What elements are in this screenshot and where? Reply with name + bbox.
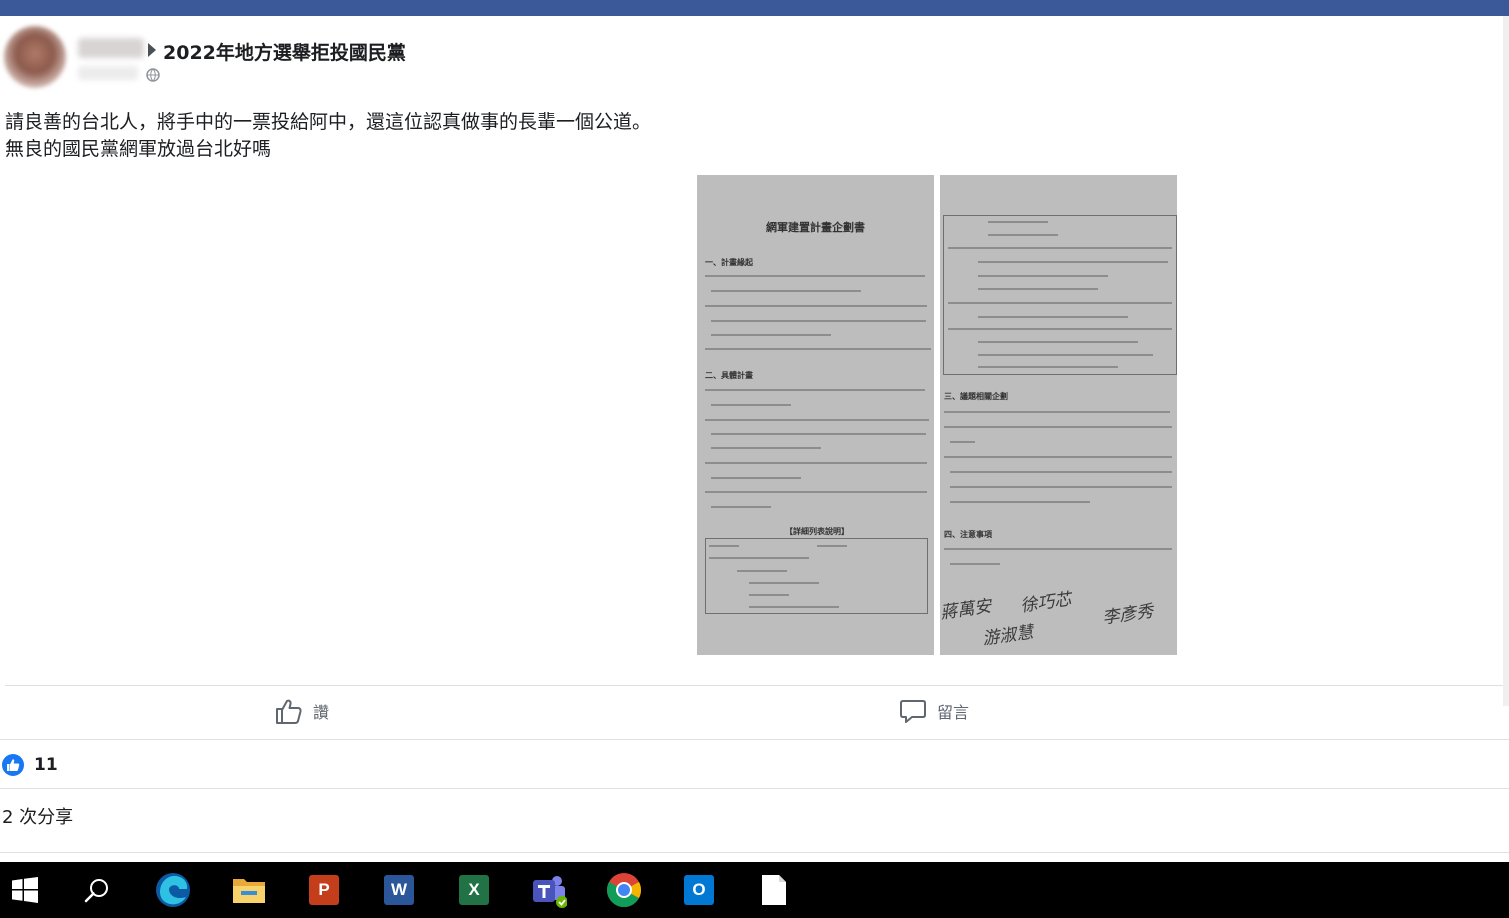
divider <box>5 685 1503 686</box>
comment-button[interactable]: 留言 <box>899 697 969 725</box>
shares-count-link[interactable]: 2 次分享 <box>2 803 73 829</box>
divider <box>0 788 1509 789</box>
caret-right-icon <box>148 43 156 57</box>
document-section-heading: 三、議題相關企劃 <box>944 392 1008 401</box>
teams-app[interactable] <box>529 870 569 910</box>
teams-icon <box>533 876 567 908</box>
thumbs-up-icon <box>276 699 302 724</box>
document-section-heading: 二、具體計畫 <box>705 371 753 380</box>
signature: 李彥秀 <box>1101 601 1155 629</box>
edge-app[interactable] <box>153 870 193 910</box>
folder-icon <box>233 879 265 903</box>
outlook-icon: O <box>684 875 714 905</box>
powerpoint-app[interactable]: P <box>304 870 344 910</box>
search-button[interactable] <box>77 870 117 910</box>
like-reaction-icon <box>2 754 24 776</box>
comment-icon <box>900 700 926 723</box>
signature: 游淑慧 <box>981 622 1035 650</box>
comment-label: 留言 <box>937 703 970 722</box>
word-app[interactable]: W <box>379 870 419 910</box>
word-icon: W <box>384 875 414 905</box>
edge-icon <box>156 873 190 907</box>
file-explorer-app[interactable] <box>229 870 269 910</box>
document-table-label: 【詳細列表說明】 <box>785 527 849 536</box>
outlook-app[interactable]: O <box>679 870 719 910</box>
signature: 蔣萬安 <box>940 596 993 624</box>
excel-app[interactable]: X <box>454 870 494 910</box>
post-text: 請良善的台北人，將手中的一票投給阿中，還這位認真做事的長輩一個公道。 無良的國民… <box>5 109 651 163</box>
scrollbar[interactable] <box>1503 16 1509 706</box>
divider <box>0 739 1509 740</box>
globe-icon <box>146 68 160 82</box>
windows-start-button[interactable] <box>5 870 45 910</box>
divider <box>0 852 1509 853</box>
reactions-summary[interactable]: 11 <box>2 754 58 776</box>
avatar[interactable] <box>4 26 66 88</box>
post-text-line: 無良的國民黨網軍放過台北好嗎 <box>5 138 272 160</box>
windows-logo-icon <box>12 877 38 903</box>
document-photo-right[interactable]: 三、議題相關企劃 四、注意事項 蔣萬安 徐巧芯 李彥秀 游淑慧 <box>940 175 1177 655</box>
post-timestamp-redacted[interactable] <box>78 66 138 80</box>
like-count: 11 <box>34 755 58 775</box>
taskbar: P W X O <box>0 862 1509 918</box>
document-section-heading: 一、計畫緣起 <box>705 258 753 267</box>
document-title: 網軍建置計畫企劃書 <box>766 221 865 234</box>
group-name-link[interactable]: 2022年地方選舉拒投國民黨 <box>163 38 406 65</box>
excel-icon: X <box>459 875 489 905</box>
like-label: 讚 <box>313 703 330 722</box>
post-text-line: 請良善的台北人，將手中的一票投給阿中，還這位認真做事的長輩一個公道。 <box>5 111 652 133</box>
document-section-heading: 四、注意事項 <box>944 530 992 539</box>
chrome-icon <box>607 873 641 907</box>
document-photo-left[interactable]: 網軍建置計畫企劃書 一、計畫緣起 二、具體計畫 【詳細列表說明】 <box>697 175 934 655</box>
top-navigation-bar <box>0 0 1509 16</box>
document-icon <box>762 875 786 905</box>
like-button[interactable]: 讚 <box>275 697 329 725</box>
author-name-redacted[interactable] <box>78 38 144 58</box>
notepad-app[interactable] <box>754 870 794 910</box>
search-icon <box>84 879 108 903</box>
chrome-app[interactable] <box>604 870 644 910</box>
signature: 徐巧芯 <box>1019 589 1073 617</box>
powerpoint-icon: P <box>309 875 339 905</box>
